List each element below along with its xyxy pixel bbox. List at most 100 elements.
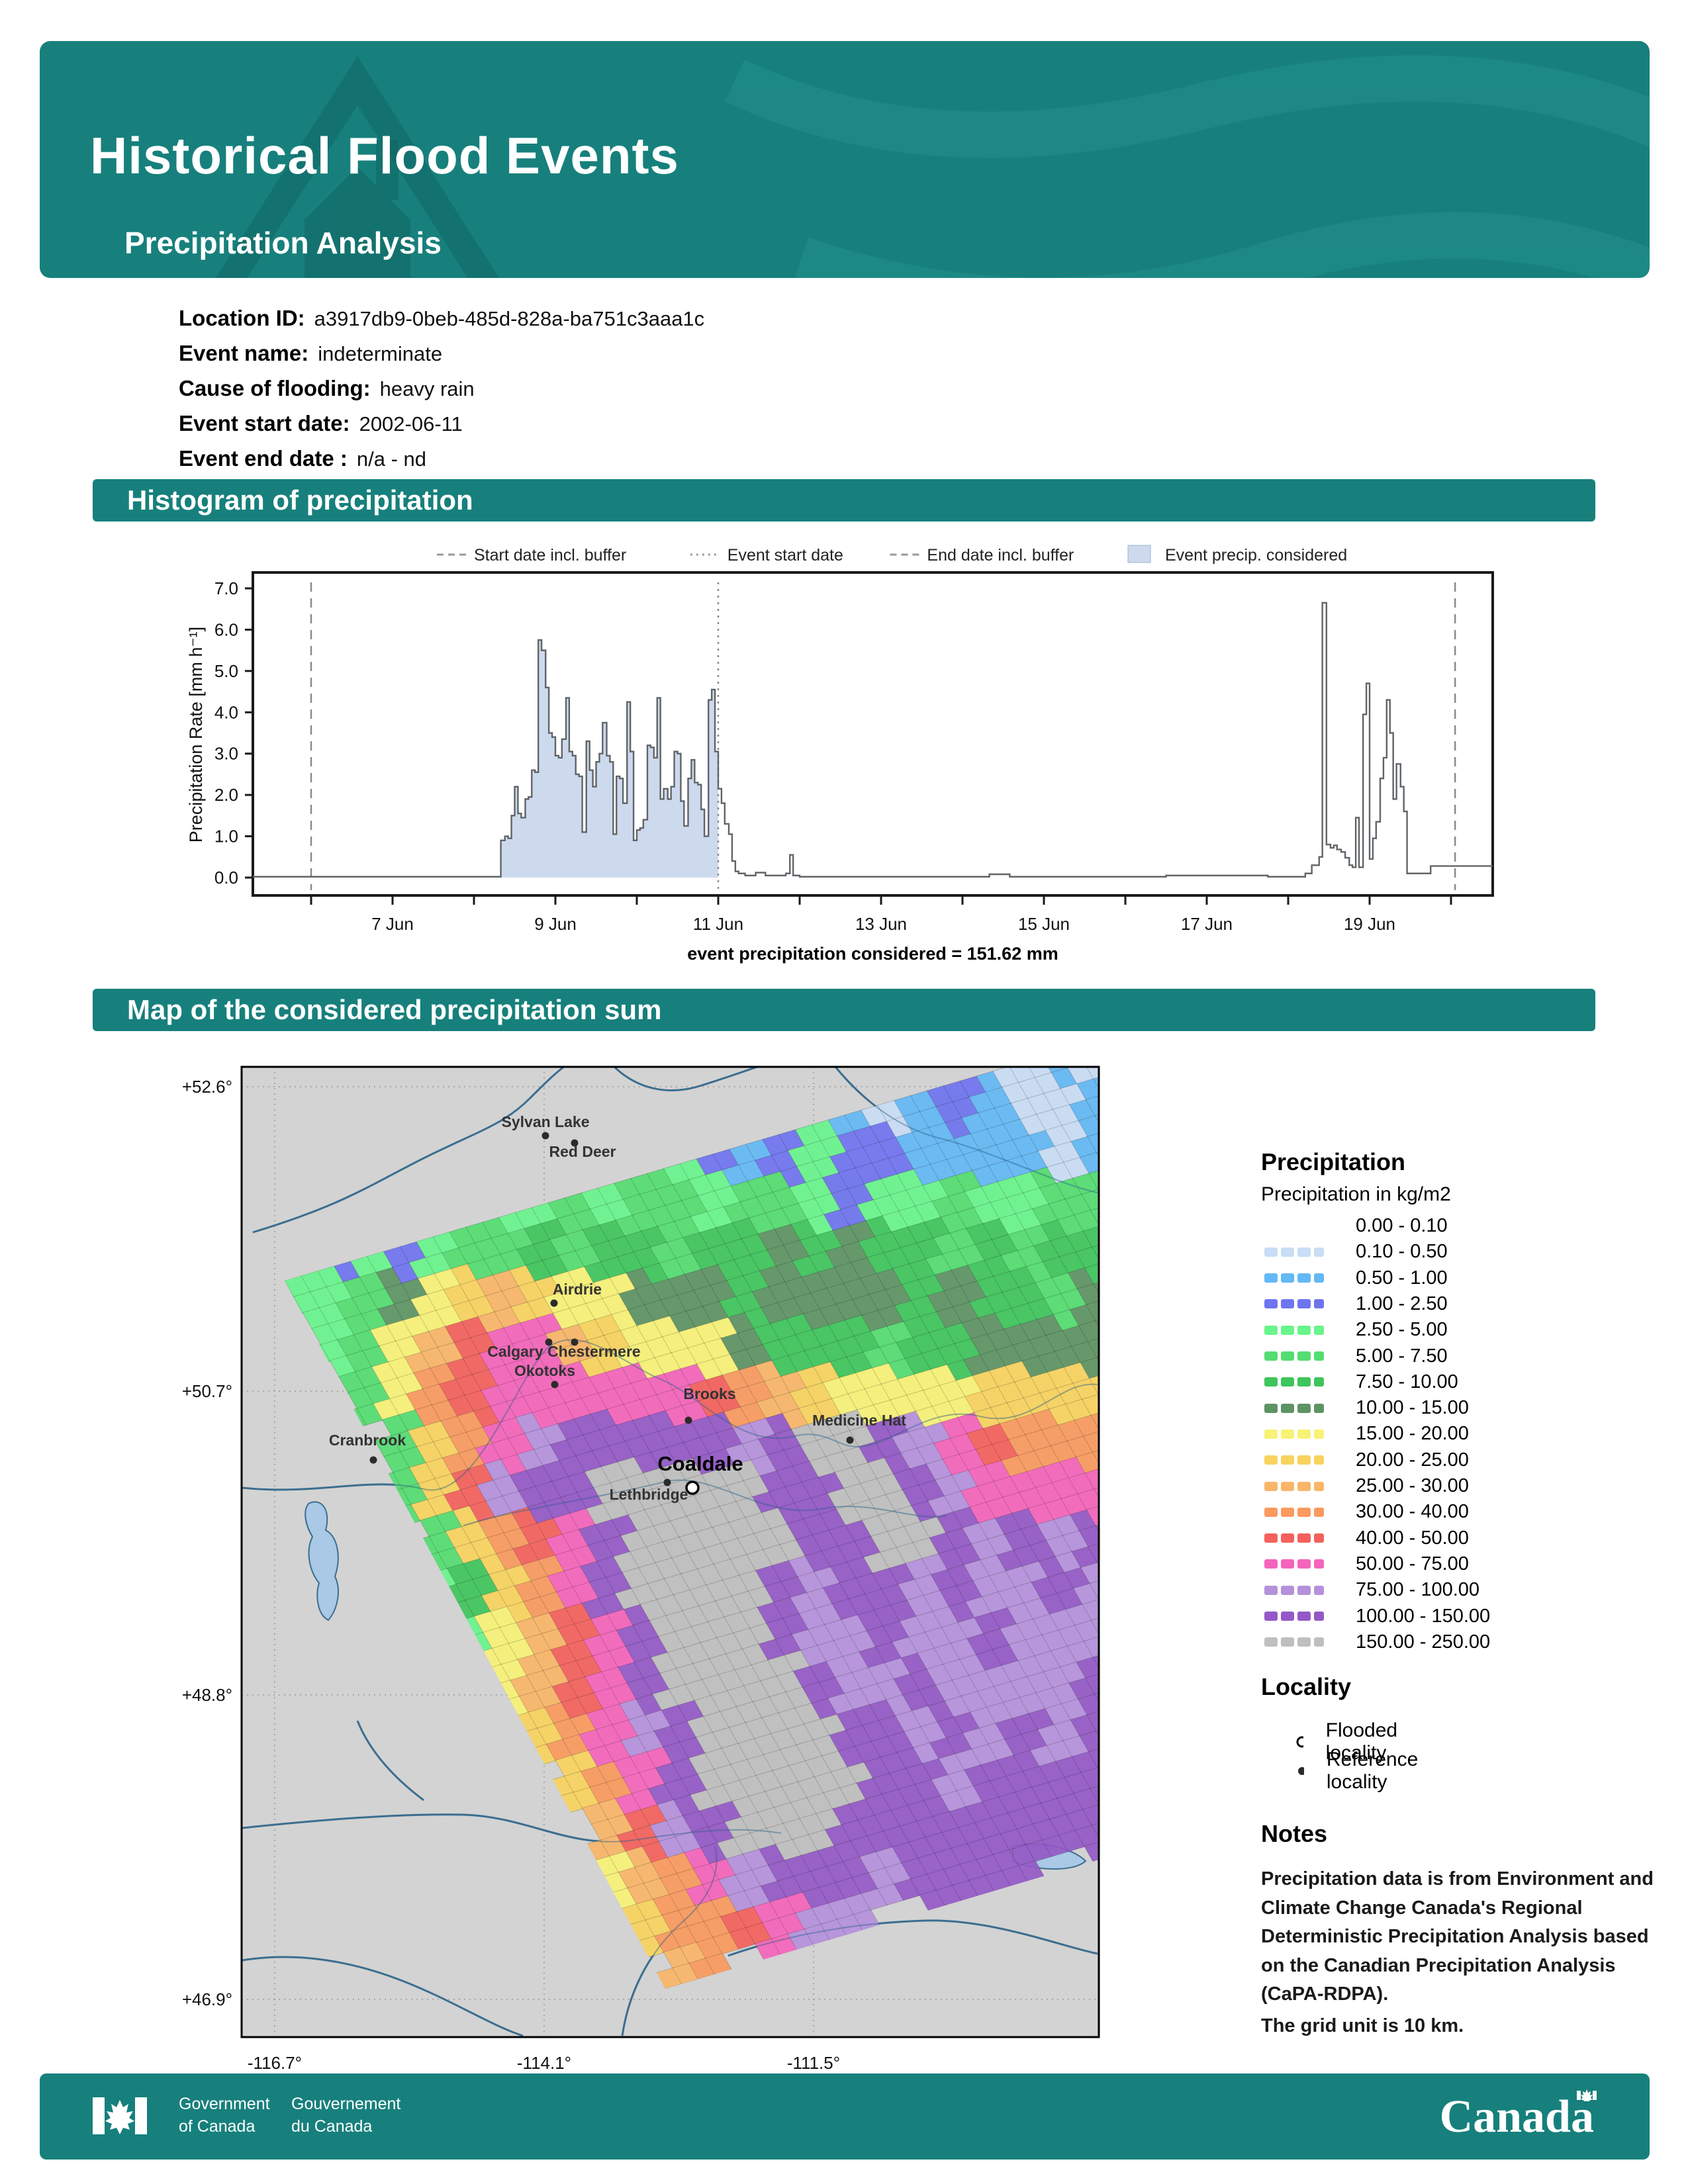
y-tick-label: 4.0 <box>214 702 238 722</box>
locality-label: Reference locality <box>1327 1749 1425 1794</box>
report-footer: Government of Canada Gouvernement du Can… <box>40 2073 1650 2160</box>
map-legend-entry: 100.00 - 150.00 <box>1264 1606 1490 1627</box>
reference-locality-marker <box>847 1437 854 1444</box>
legend-range-label: 150.00 - 250.00 <box>1356 1631 1490 1653</box>
legend-swatch-icon <box>1264 1612 1337 1621</box>
legend-range-label: 0.00 - 0.10 <box>1356 1215 1448 1237</box>
legend-swatch-icon <box>1264 1404 1337 1413</box>
legend-swatch-icon <box>1264 1326 1337 1335</box>
city-label: Red Deer <box>549 1143 616 1160</box>
map-legend-entry: 0.10 - 0.50 <box>1264 1241 1448 1263</box>
lon-tick-label: -116.7° <box>248 2053 302 2073</box>
city-label: Brooks <box>683 1385 735 1402</box>
meta-value: a3917db9-0beb-485d-828a-ba751c3aaa1c <box>314 307 705 330</box>
legend-swatch-icon <box>1264 1248 1337 1257</box>
x-tick-label: 9 Jun <box>534 914 577 934</box>
notes-paragraph: Precipitation data is from Environment a… <box>1261 1865 1658 2009</box>
canada-flag-icon <box>86 2091 159 2144</box>
report-header: Historical Flood Events Precipitation An… <box>40 41 1650 278</box>
legend-range-label: 20.00 - 25.00 <box>1356 1449 1469 1471</box>
map-legend-entry: 7.50 - 10.00 <box>1264 1371 1458 1393</box>
legend-swatch-icon <box>1264 1351 1337 1361</box>
locality-title: Locality <box>1261 1673 1351 1701</box>
x-tick-label: 7 Jun <box>371 914 414 934</box>
y-tick-label: 5.0 <box>214 661 238 681</box>
city-label: Medicine Hat <box>812 1412 906 1429</box>
map-legend-entry: 75.00 - 100.00 <box>1264 1579 1479 1601</box>
section-map-title: Map of the considered precipitation sum <box>93 989 1595 1031</box>
legend-range-label: 40.00 - 50.00 <box>1356 1527 1469 1549</box>
map-legend-title: Precipitation <box>1261 1148 1405 1176</box>
meta-label: Cause of flooding: <box>179 376 371 400</box>
hist-legend-label: Event start date <box>727 546 843 565</box>
y-tick-label: 3.0 <box>214 744 238 764</box>
meta-value: 2002-06-11 <box>359 412 463 435</box>
reference-locality-icon <box>1294 1763 1304 1779</box>
city-label: Lethbridge <box>610 1486 688 1503</box>
city-label: Sylvan Lake <box>502 1113 590 1130</box>
reference-locality-marker <box>370 1457 377 1464</box>
reference-locality-marker <box>685 1417 692 1424</box>
precipitation-map: +52.6° +50.7° +48.8° +46.9° -116.7° -114.1° -1… <box>152 1032 1185 2078</box>
lon-tick-label: -111.5° <box>787 2053 840 2073</box>
map-legend-entry: 20.00 - 25.00 <box>1264 1449 1469 1471</box>
meta-row: Event start date: 2002-06-11 <box>179 411 463 436</box>
map-legend-entry: 150.00 - 250.00 <box>1264 1631 1490 1653</box>
city-label: Coaldale <box>657 1452 743 1475</box>
y-tick-label: 0.0 <box>214 868 238 887</box>
reference-locality-marker <box>542 1132 549 1140</box>
event-sum-annotation: event precipitation considered = 151.62 … <box>687 944 1058 964</box>
notes-title: Notes <box>1261 1820 1327 1848</box>
city-label: Airdrie <box>553 1281 602 1298</box>
legend-swatch-icon <box>1264 1299 1337 1308</box>
map-legend-entry: 5.00 - 7.50 <box>1264 1345 1448 1367</box>
reference-locality-marker <box>551 1300 558 1307</box>
lon-tick-label: -114.1° <box>517 2053 571 2073</box>
legend-range-label: 30.00 - 40.00 <box>1356 1501 1469 1523</box>
y-tick-label: 7.0 <box>214 578 238 598</box>
lat-tick-label: +48.8° <box>182 1685 232 1705</box>
footer-gov-en: Government of Canada <box>179 2093 270 2138</box>
legend-swatch-icon <box>1264 1377 1337 1387</box>
legend-range-label: 10.00 - 15.00 <box>1356 1397 1469 1419</box>
x-tick-label: 17 Jun <box>1181 914 1233 934</box>
reference-locality-marker <box>551 1381 559 1388</box>
meta-label: Event end date : <box>179 446 348 471</box>
map-legend-entry: 30.00 - 40.00 <box>1264 1501 1469 1523</box>
y-tick-label: 2.0 <box>214 785 238 805</box>
meta-value: heavy rain <box>380 377 475 400</box>
map-legend-entry: 10.00 - 15.00 <box>1264 1397 1469 1419</box>
legend-swatch-icon <box>1264 1222 1337 1231</box>
legend-range-label: 25.00 - 30.00 <box>1356 1475 1469 1497</box>
x-tick-label: 15 Jun <box>1018 914 1070 934</box>
legend-swatch-icon <box>1264 1273 1337 1283</box>
city-label: Okotoks <box>514 1362 575 1379</box>
map-legend-entry: 0.00 - 0.10 <box>1264 1215 1448 1237</box>
legend-swatch-icon <box>1264 1508 1337 1517</box>
legend-range-label: 75.00 - 100.00 <box>1356 1579 1479 1601</box>
map-legend-entry: 0.50 - 1.00 <box>1264 1267 1448 1289</box>
x-tick-label: 13 Jun <box>855 914 907 934</box>
y-tick-label: 1.0 <box>214 827 238 846</box>
lat-tick-label: +46.9° <box>182 1989 232 2009</box>
lat-tick-label: +50.7° <box>182 1381 232 1401</box>
city-label: Cranbrook <box>329 1432 406 1449</box>
legend-range-label: 2.50 - 5.00 <box>1356 1319 1448 1341</box>
legend-range-label: 100.00 - 150.00 <box>1356 1606 1490 1627</box>
meta-row: Location ID:a3917db9-0beb-485d-828a-ba75… <box>179 306 704 331</box>
legend-range-label: 0.10 - 0.50 <box>1356 1241 1448 1263</box>
precipitation-histogram: Start date incl. bufferEvent start dateE… <box>165 529 1556 979</box>
legend-swatch-icon <box>1264 1637 1337 1647</box>
meta-value: n/a - nd <box>357 447 426 471</box>
map-legend-entry: 50.00 - 75.00 <box>1264 1553 1469 1575</box>
lat-tick-label: +52.6° <box>182 1077 232 1097</box>
hist-legend-label: Start date incl. buffer <box>474 546 626 565</box>
grid-note: The grid unit is 10 km. <box>1261 2012 1658 2041</box>
map-legend-subtitle: Precipitation in kg/m2 <box>1261 1183 1451 1206</box>
meta-row: Event name:indeterminate <box>179 341 442 366</box>
map-legend-entry: 40.00 - 50.00 <box>1264 1527 1469 1549</box>
meta-row: Cause of flooding: heavy rain <box>179 376 475 401</box>
page-subtitle: Precipitation Analysis <box>124 225 442 261</box>
legend-range-label: 1.00 - 2.50 <box>1356 1293 1448 1315</box>
meta-label: Event start date: <box>179 411 350 435</box>
